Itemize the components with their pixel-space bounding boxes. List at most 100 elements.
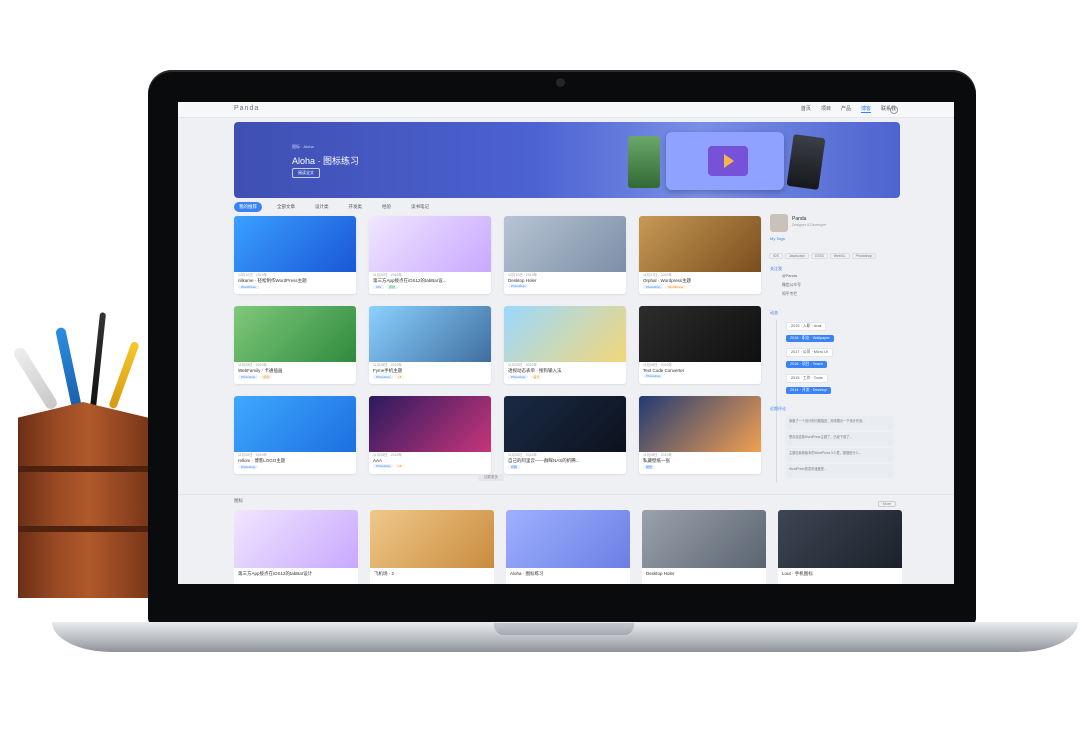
timeline-item[interactable]: 2018 · 职业 · Wallpaper <box>786 335 834 342</box>
tag-badge[interactable]: Photoshop <box>373 375 394 379</box>
post-thumbnail[interactable] <box>639 396 761 452</box>
post-thumbnail[interactable] <box>234 306 356 362</box>
hero-banner[interactable]: 图标 · Aloha Aloha · 图标练习 阅读全文 <box>234 122 900 198</box>
timeline-item[interactable]: 2016 · 项目 · Teach <box>786 361 827 368</box>
post-tags: Photoshop <box>504 283 626 289</box>
icon-post-card[interactable]: 飞机场 · 2 <box>370 510 494 584</box>
post-thumbnail[interactable] <box>639 216 761 272</box>
post-thumbnail[interactable] <box>370 510 494 568</box>
post-title[interactable]: 第三方App接点在iOS12的tabBar设计 <box>234 568 358 577</box>
post-title[interactable]: Aloha · 图标练习 <box>506 568 630 577</box>
post-thumbnail[interactable] <box>369 306 491 362</box>
tag-badge[interactable]: 壁纸 <box>643 465 656 469</box>
sidebar-tag[interactable]: Javascript <box>784 253 809 259</box>
comment-item[interactable]: 主题在最新版本的WordPress 5.3 里，报错是什么... <box>786 448 894 462</box>
post-card[interactable]: 11月28日 · 2019年 私藏壁纸一张 壁纸 <box>639 396 761 474</box>
post-thumbnail[interactable] <box>639 306 761 362</box>
nav-item-home[interactable]: 首页 <box>801 105 811 113</box>
icon-post-card[interactable]: 第三方App接点在iOS12的tabBar设计 <box>234 510 358 584</box>
post-grid: 12月10日 · 2019年 nilkame · 轻松制作WordPress主题 W… <box>234 216 761 474</box>
icon-post-card[interactable]: Lout · 手机图标 <box>778 510 902 584</box>
tag-badge[interactable]: Photoshop <box>643 285 664 289</box>
profile-desc: Designer & Developer <box>792 223 827 227</box>
timeline-item[interactable]: 2019 · 入职 · Arali <box>786 322 827 331</box>
tag-badge[interactable]: WordPress <box>238 285 259 289</box>
load-more-button[interactable]: 加载更多 <box>478 474 504 481</box>
post-thumbnail[interactable] <box>234 396 356 452</box>
post-thumbnail[interactable] <box>234 216 356 272</box>
timeline-item[interactable]: 2014 · 开发 · Develop <box>786 387 831 394</box>
nav-item-products[interactable]: 产品 <box>841 105 851 113</box>
post-thumbnail[interactable] <box>506 510 630 568</box>
post-title[interactable]: Lout · 手机图标 <box>778 568 902 577</box>
tag-badge[interactable]: UI <box>395 464 405 468</box>
section-more-button[interactable]: More <box>878 501 896 507</box>
post-card[interactable]: 11月20日 · 2019年 第三方App接点在iOS12的tabBar设... i… <box>369 216 491 294</box>
post-title[interactable]: 飞机场 · 2 <box>370 568 494 577</box>
comment-item[interactable]: WordPress的发布速度是... <box>786 464 894 478</box>
post-card[interactable]: 11月28日 · 2019年 Text Code Converter Photosh… <box>639 306 761 384</box>
post-card[interactable]: 11月21日 · 2019年 Orphal · Wordpress主题 Photos… <box>639 216 761 294</box>
post-thumbnail[interactable] <box>369 396 491 452</box>
search-icon[interactable] <box>890 106 898 114</box>
tag-badge[interactable]: WordPress <box>665 285 687 289</box>
avatar[interactable] <box>770 214 788 232</box>
tag-badge[interactable]: 原创 <box>260 375 273 379</box>
post-thumbnail[interactable] <box>642 510 766 568</box>
follow-link[interactable]: 微信公众号 <box>782 283 801 288</box>
post-thumbnail[interactable] <box>504 396 626 452</box>
post-card[interactable]: 12月10日 · 2019年 nilkame · 轻松制作WordPress主题 W… <box>234 216 356 294</box>
post-card[interactable]: 12月10日 · 2019年 Desktop Holer Photoshop <box>504 216 626 294</box>
section-divider <box>178 494 954 495</box>
tag-badge[interactable]: Photoshop <box>238 375 259 379</box>
tag-badge[interactable]: Photoshop <box>508 284 529 288</box>
nav-item-blog[interactable]: 博客 <box>860 105 871 113</box>
post-card[interactable]: 11月28日 · 2019年 WebFamily · 卡通插画 Photoshop 原… <box>234 306 356 384</box>
tag-badge[interactable]: Photoshop <box>373 464 394 468</box>
post-thumbnail[interactable] <box>504 306 626 362</box>
sidebar-tag[interactable]: iOS <box>769 253 783 259</box>
tag-badge[interactable]: 原创 <box>386 285 399 289</box>
follow-link[interactable]: @Panda <box>782 274 797 278</box>
post-thumbnail[interactable] <box>234 510 358 568</box>
tab-experience[interactable]: 经验 <box>377 202 396 212</box>
icon-post-card[interactable]: Desktop Holer <box>642 510 766 584</box>
timeline-item[interactable]: 2017 · 公司 · Micro UI <box>786 348 833 357</box>
nav-item-projects[interactable]: 项目 <box>821 105 831 113</box>
post-card[interactable]: 11月28日 · 2019年 rellom · 博客LOGO主题 Photoshop <box>234 396 356 474</box>
post-card[interactable]: 11月28日 · 2019年 自己的阿里云——群晖NAS的折腾... 折腾 <box>504 396 626 474</box>
sidebar-tag[interactable]: CSS3 <box>810 253 828 259</box>
post-card[interactable]: 11月28日 · 2019年 透视动态表单 · 搜狗输入法 Photoshop 设计 <box>504 306 626 384</box>
comment-item[interactable]: 很喜欢这款WordPress主题了，已经下载了... <box>786 432 894 446</box>
post-card[interactable]: 11月28日 · 2019年 AAA Photoshop UI <box>369 396 491 474</box>
tab-dev[interactable]: 开发类 <box>344 202 368 212</box>
post-card[interactable]: 11月28日 · 2019年 Fyme手机主题 Photoshop UI <box>369 306 491 384</box>
tag-badge[interactable]: Photoshop <box>643 374 664 378</box>
sidebar-tag[interactable]: WebGL <box>829 253 850 259</box>
hero-image-left <box>628 136 660 188</box>
follow-link[interactable]: 知乎专栏 <box>782 292 797 297</box>
tab-recommended[interactable]: 我的推荐 <box>234 202 262 212</box>
tab-reading[interactable]: 读书笔记 <box>406 202 434 212</box>
tag-badge[interactable]: 折腾 <box>508 465 521 469</box>
tags-heading: My Tags <box>770 236 785 241</box>
tag-badge[interactable]: 设计 <box>530 375 543 379</box>
post-thumbnail[interactable] <box>504 216 626 272</box>
read-more-button[interactable]: 阅读全文 <box>292 168 320 178</box>
tag-badge[interactable]: iOS <box>373 285 385 289</box>
site-logo[interactable]: Panda <box>234 105 259 112</box>
post-thumbnail[interactable] <box>778 510 902 568</box>
tab-design[interactable]: 设计类 <box>310 202 334 212</box>
post-thumbnail[interactable] <box>369 216 491 272</box>
tag-badge[interactable]: Photoshop <box>238 465 259 469</box>
icon-post-card[interactable]: Aloha · 图标练习 <box>506 510 630 584</box>
section-title: 图标 <box>234 498 243 503</box>
laptop-notch <box>494 623 634 635</box>
tab-all[interactable]: 全部文章 <box>272 202 300 212</box>
tag-badge[interactable]: UI <box>395 375 405 379</box>
post-title[interactable]: Desktop Holer <box>642 568 766 576</box>
timeline-item[interactable]: 2015 · 工作 · Tools <box>786 374 828 383</box>
sidebar-tag[interactable]: Photoshop <box>851 253 877 259</box>
comment-item[interactable]: 我做了一个设计的问题描述，用来展示一下设计作品... <box>786 416 894 430</box>
tag-badge[interactable]: Photoshop <box>508 375 529 379</box>
